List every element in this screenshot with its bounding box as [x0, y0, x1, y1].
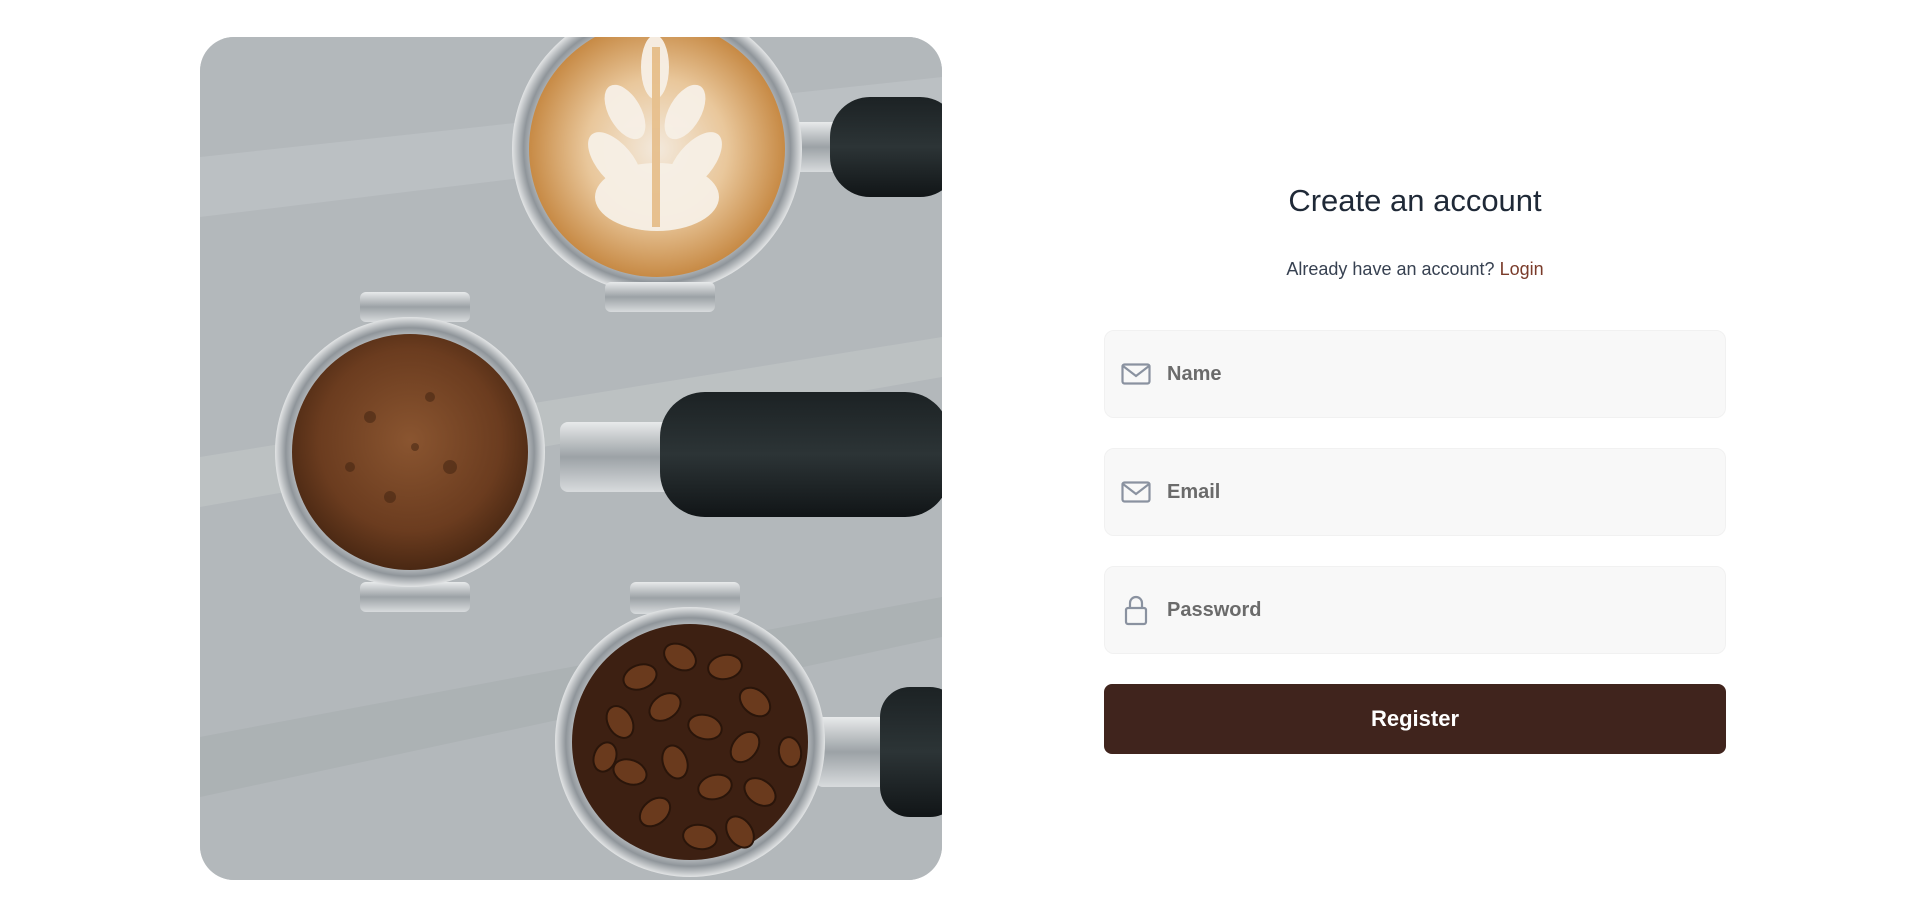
password-input[interactable] [1165, 597, 1689, 623]
page-title: Create an account [1288, 183, 1542, 218]
email-input[interactable] [1165, 479, 1689, 505]
lock-icon [1121, 595, 1151, 626]
name-field[interactable] [1104, 330, 1726, 418]
coffee-photo-illustration [200, 37, 942, 880]
register-page: Create an account Already have an accoun… [0, 0, 1920, 908]
register-form: Create an account Already have an accoun… [1104, 170, 1726, 754]
mail-icon [1121, 477, 1151, 507]
mail-icon [1121, 359, 1151, 389]
password-field[interactable] [1104, 566, 1726, 654]
hero-image [200, 37, 942, 880]
register-button[interactable]: Register [1104, 684, 1726, 754]
name-input[interactable] [1165, 361, 1689, 387]
email-field[interactable] [1104, 448, 1726, 536]
login-link[interactable]: Login [1500, 259, 1544, 279]
login-prompt-text: Already have an account? [1286, 259, 1495, 279]
login-prompt: Already have an account? Login [1104, 252, 1726, 286]
